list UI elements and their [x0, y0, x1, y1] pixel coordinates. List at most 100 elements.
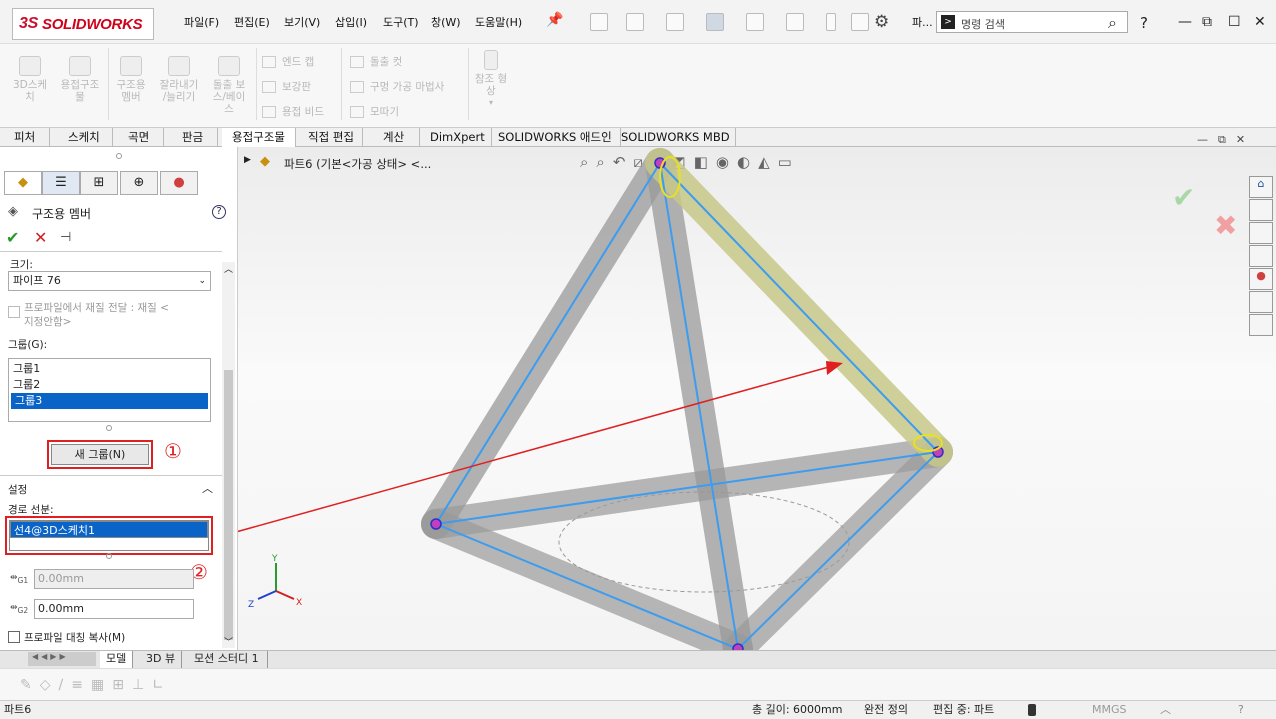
menu-file[interactable]: 파일(F) — [184, 14, 219, 30]
display-manager-tab[interactable]: ● — [160, 171, 198, 195]
new-group-button[interactable]: 새 그룹(N) — [51, 444, 149, 465]
tab-direct-editing[interactable]: 직접 편집 — [300, 128, 363, 147]
scroll-up-icon[interactable]: ︿ — [224, 262, 233, 275]
panel-scrollbar[interactable]: ︿ ﹀ — [222, 262, 235, 648]
doc-restore-icon[interactable]: ⧉ — [1218, 133, 1226, 147]
sketch-point[interactable] — [430, 518, 442, 530]
tool-extruded-cut[interactable]: 돌출 컷 — [350, 50, 444, 75]
weld-tool-icon[interactable]: ✎ — [20, 677, 32, 693]
print-icon[interactable] — [706, 13, 724, 31]
tab-features[interactable]: 피처 — [0, 128, 51, 147]
search-icon[interactable]: ⌕ — [1108, 13, 1117, 33]
select-icon[interactable] — [786, 13, 804, 31]
pushpin-icon[interactable]: ⊣ — [60, 230, 71, 245]
save-icon[interactable] — [666, 13, 684, 31]
pin-icon[interactable]: 📌 — [546, 12, 563, 28]
status-help-icon[interactable]: ? — [1238, 701, 1244, 719]
units-chevron-icon[interactable]: ︿ — [1160, 701, 1171, 719]
new-document-icon[interactable] — [590, 13, 608, 31]
group-item-selected[interactable]: 그룹3 — [11, 393, 208, 409]
undo-icon[interactable] — [746, 13, 764, 31]
tab-sheet-metal[interactable]: 판금 — [168, 128, 219, 147]
feature-manager-tab[interactable]: ◆ — [4, 171, 42, 195]
tool-chamfer[interactable]: 모따기 — [350, 100, 444, 125]
grid-icon[interactable]: ⊞ — [112, 677, 124, 693]
gap1-input[interactable]: 0.00mm — [34, 569, 194, 589]
tab-3d-view[interactable]: 3D 뷰 — [140, 651, 183, 668]
hatch-icon[interactable]: ≡ — [71, 677, 83, 693]
view-palette-icon[interactable] — [1249, 245, 1273, 267]
tab-model[interactable]: 모델 — [100, 651, 134, 668]
tool-gusset[interactable]: 보강판 — [262, 75, 324, 100]
menu-view[interactable]: 보기(V) — [284, 14, 320, 30]
path-segment-item[interactable]: 선4@3D스케치1 — [10, 521, 208, 538]
table-icon[interactable]: ▦ — [91, 677, 104, 693]
menu-edit[interactable]: 편집(E) — [234, 14, 270, 30]
dimension-icon[interactable]: ⊥ — [132, 677, 144, 693]
mirror-profile-checkbox[interactable] — [8, 631, 20, 643]
tool-3d-sketch[interactable]: 3D스케 치 — [8, 56, 52, 103]
menu-help[interactable]: 도움말(H) — [475, 14, 522, 30]
tool-hole-wizard[interactable]: 구멍 가공 마법사 — [350, 75, 444, 100]
design-library-icon[interactable] — [1249, 199, 1273, 221]
cancel-icon[interactable]: ✕ — [34, 228, 47, 247]
list-resize-handle[interactable] — [106, 553, 112, 559]
menu-window[interactable]: 창(W) — [431, 14, 461, 30]
sketch-line[interactable] — [435, 162, 661, 525]
tab-mbd[interactable]: SOLIDWORKS MBD — [616, 128, 736, 147]
gear-icon[interactable]: ⚙ — [874, 12, 889, 32]
tool-trim-extend[interactable]: 잘라내기 /늘리기 — [154, 56, 204, 103]
tool-weldment[interactable]: 용접구조 물 — [56, 56, 104, 103]
menu-insert[interactable]: 삽입(I) — [335, 14, 367, 30]
rebuild-light-icon[interactable] — [1028, 704, 1036, 716]
tab-surfaces[interactable]: 곡면 — [114, 128, 165, 147]
doc-close-icon[interactable]: ✕ — [1236, 133, 1245, 147]
tab-weldments[interactable]: 용접구조물 — [222, 128, 296, 147]
file-properties-icon[interactable] — [851, 13, 869, 31]
tool-end-cap[interactable]: 엔드 캡 — [262, 50, 324, 75]
ordinate-icon[interactable]: ∟ — [152, 677, 164, 693]
doc-minimize-icon[interactable]: — — [1197, 133, 1208, 147]
ok-icon[interactable]: ✔ — [6, 228, 19, 247]
scrollbar-thumb[interactable] — [224, 370, 233, 640]
scroll-down-icon[interactable]: ﹀ — [224, 635, 233, 648]
help-icon[interactable]: ? — [1140, 14, 1148, 32]
close-icon[interactable]: ✕ — [1254, 14, 1266, 30]
tool-reference-geometry[interactable]: 참조 형 상 ▾ — [472, 50, 510, 109]
graphics-area[interactable]: ▶ ◆ 파트6 (기본<가공 상태> <... ⌕ ⌕ ↶ ⧄ ✎ ◩ ◧ ◉ … — [238, 147, 1276, 650]
tool-extruded-boss[interactable]: 돌출 보 스/베이 스 — [206, 56, 252, 115]
group-item[interactable]: 그룹1 — [9, 361, 210, 377]
collapse-icon[interactable]: ︿ — [202, 480, 213, 496]
open-icon[interactable] — [626, 13, 644, 31]
forum-icon[interactable] — [1249, 314, 1273, 336]
splitter-handle[interactable] — [116, 153, 122, 159]
configuration-manager-tab[interactable]: ⊞ — [80, 171, 118, 195]
group-item[interactable]: 그룹2 — [9, 377, 210, 393]
list-resize-handle[interactable] — [106, 425, 112, 431]
line-icon[interactable]: ∕ — [59, 677, 64, 693]
tab-addins[interactable]: SOLIDWORKS 애드인 — [490, 128, 621, 147]
tab-sketch[interactable]: 스케치 — [56, 128, 113, 147]
solidworks-logo[interactable]: 3S SOLIDWORKS — [12, 8, 154, 40]
rebuild-icon[interactable] — [826, 13, 836, 31]
tile-icon[interactable]: ⧉ — [1202, 14, 1212, 30]
tab-scroll-arrows[interactable]: ◀◀▶▶ — [28, 652, 96, 666]
status-units[interactable]: MMGS — [1092, 701, 1127, 719]
group-list[interactable]: 그룹1 그룹2 그룹3 — [8, 358, 211, 422]
size-select[interactable]: 파이프 76 ⌄ — [8, 271, 211, 291]
sketch-line[interactable] — [435, 523, 739, 650]
command-search[interactable]: > 명령 검색 ⌕ — [936, 11, 1128, 33]
custom-properties-icon[interactable] — [1249, 291, 1273, 313]
tool-weld-bead[interactable]: 용접 비드 — [262, 100, 324, 125]
maximize-icon[interactable]: ☐ — [1228, 14, 1241, 30]
tab-dimxpert[interactable]: DimXpert — [424, 128, 492, 147]
menu-tools[interactable]: 도구(T) — [383, 14, 419, 30]
path-segment-list[interactable]: 선4@3D스케치1 — [9, 520, 209, 551]
tab-motion-study[interactable]: 모션 스터디 1 — [186, 651, 268, 668]
help-icon[interactable]: ? — [212, 205, 226, 219]
minimize-icon[interactable]: — — [1178, 14, 1192, 30]
home-icon[interactable]: ⌂ — [1249, 176, 1273, 198]
search-extra[interactable]: 파... — [912, 14, 933, 30]
erase-icon[interactable]: ◇ — [40, 677, 51, 693]
dimxpert-manager-tab[interactable]: ⊕ — [120, 171, 158, 195]
